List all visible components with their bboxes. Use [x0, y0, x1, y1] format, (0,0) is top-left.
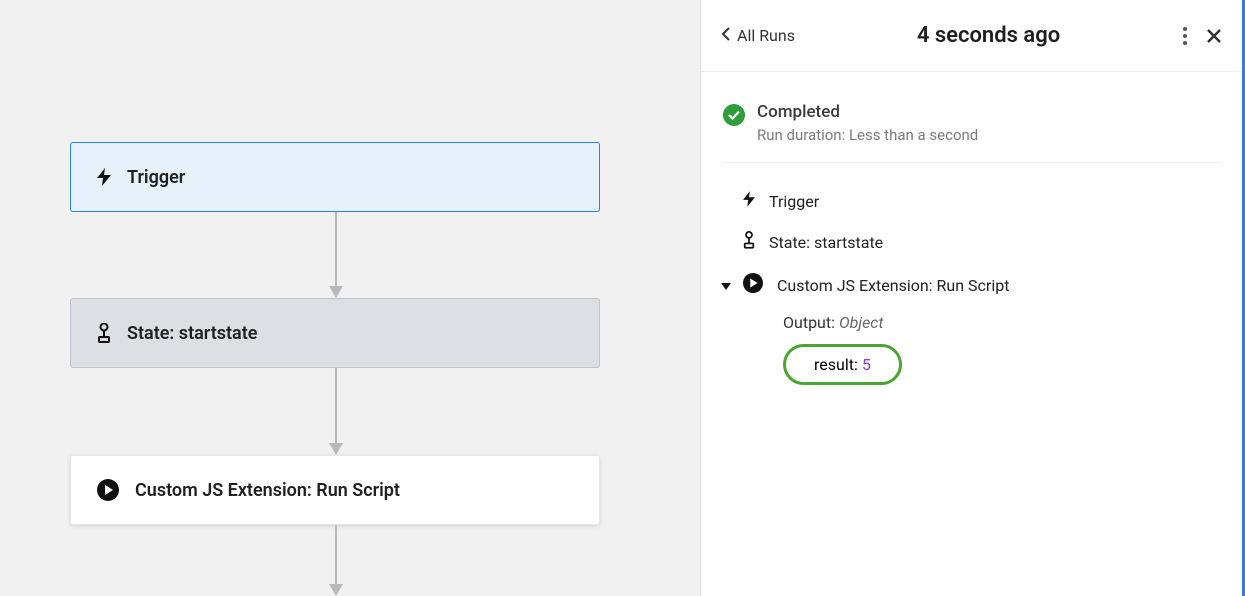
run-details-panel: All Runs 4 seconds ago Completed Run dur…: [700, 0, 1245, 596]
result-key: result:: [814, 355, 858, 374]
step-action-label: Custom JS Extension: Run Script: [777, 276, 1009, 295]
caret-down-icon: [721, 276, 731, 295]
panel-body: Completed Run duration: Less than a seco…: [701, 72, 1242, 403]
output-block: Output: Object result: 5: [723, 307, 1220, 385]
step-action[interactable]: Custom JS Extension: Run Script: [723, 263, 1220, 307]
lightning-icon: [97, 168, 111, 186]
more-menu-button[interactable]: [1182, 26, 1188, 46]
step-trigger-label: Trigger: [769, 192, 819, 211]
close-button[interactable]: [1206, 28, 1222, 44]
check-circle-icon: [723, 104, 745, 126]
play-circle-icon: [97, 479, 119, 501]
output-type: Object: [839, 313, 884, 332]
node-action-label: Custom JS Extension: Run Script: [135, 480, 400, 501]
run-status: Completed Run duration: Less than a seco…: [723, 90, 1220, 163]
connector-arrow: [331, 212, 341, 298]
panel-header: All Runs 4 seconds ago: [701, 0, 1242, 72]
node-state[interactable]: State: startstate: [70, 298, 600, 368]
workflow-canvas: Trigger State: startstate Custom JS Exte…: [0, 0, 700, 596]
step-trigger[interactable]: Trigger: [723, 181, 1220, 221]
back-label: All Runs: [737, 26, 795, 45]
node-state-label: State: startstate: [127, 323, 257, 344]
state-icon: [743, 231, 755, 253]
status-subtitle: Run duration: Less than a second: [757, 126, 978, 144]
play-circle-icon: [743, 273, 763, 297]
back-all-runs-link[interactable]: All Runs: [721, 26, 795, 45]
step-state[interactable]: State: startstate: [723, 221, 1220, 263]
state-icon: [97, 323, 111, 343]
status-title: Completed: [757, 102, 978, 122]
node-action[interactable]: Custom JS Extension: Run Script: [70, 455, 600, 525]
connector-arrow: [331, 525, 341, 596]
lightning-icon: [743, 191, 755, 211]
run-steps: Trigger State: startstate Custom JS Exte…: [723, 163, 1220, 385]
chevron-left-icon: [721, 26, 731, 45]
output-label: Output: Object: [783, 313, 1220, 332]
panel-title: 4 seconds ago: [795, 23, 1182, 48]
result-value: 5: [862, 355, 871, 374]
step-state-label: State: startstate: [769, 233, 883, 252]
node-trigger[interactable]: Trigger: [70, 142, 600, 212]
result-highlight: result: 5: [783, 344, 902, 385]
node-trigger-label: Trigger: [127, 167, 185, 188]
connector-arrow: [331, 368, 341, 455]
